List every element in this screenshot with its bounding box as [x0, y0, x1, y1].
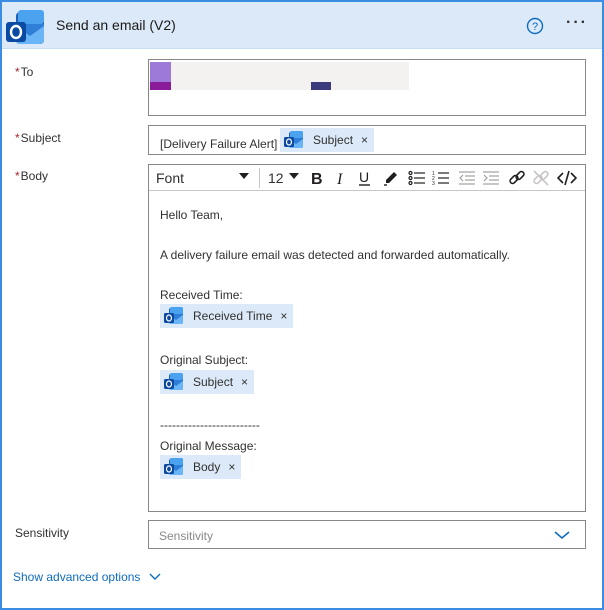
svg-text:I: I — [336, 171, 343, 186]
separator-line: ------------------------- — [160, 418, 260, 432]
link-icon[interactable] — [507, 168, 527, 188]
required-mark: * — [15, 169, 20, 183]
svg-text:?: ? — [532, 21, 538, 33]
remove-token-icon[interactable]: × — [228, 460, 235, 474]
outdent-icon[interactable] — [457, 168, 477, 188]
remove-token-icon[interactable]: × — [241, 375, 248, 389]
body-greeting: Hello Team, — [160, 208, 224, 222]
show-advanced-options-link[interactable]: Show advanced options — [13, 570, 162, 584]
chevron-down-icon — [149, 573, 161, 580]
unlink-icon[interactable] — [531, 168, 551, 188]
remove-token-icon[interactable]: × — [361, 133, 368, 147]
redacted-block — [150, 62, 171, 82]
sensitivity-dropdown[interactable]: Sensitivity — [148, 520, 586, 549]
body-editor[interactable]: Font 12 B I U 123 Hello Team, A delivery… — [148, 164, 586, 512]
code-view-icon[interactable] — [557, 168, 577, 188]
body-token[interactable]: Body × — [160, 455, 242, 479]
remove-token-icon[interactable]: × — [280, 309, 287, 323]
action-header[interactable]: Send an email (V2) ? ··· — [2, 2, 602, 49]
chevron-down-icon[interactable] — [289, 173, 299, 179]
subject-label: *Subject — [15, 131, 61, 145]
required-mark: * — [15, 65, 20, 79]
sensitivity-label: Sensitivity — [15, 526, 70, 540]
to-label-text: To — [20, 65, 34, 79]
rich-text-toolbar: Font 12 B I U 123 — [149, 165, 585, 191]
received-time-label: Received Time: — [160, 288, 243, 302]
underline-icon[interactable]: U — [355, 168, 375, 188]
advanced-options-label: Show advanced options — [13, 570, 141, 584]
indent-icon[interactable] — [481, 168, 501, 188]
body-label: *Body — [15, 169, 48, 183]
sensitivity-placeholder: Sensitivity — [159, 529, 214, 543]
font-size-select[interactable]: 12 — [268, 170, 284, 186]
svg-text:U: U — [359, 169, 369, 185]
subject-token[interactable]: Subject × — [160, 370, 255, 394]
question-circle-icon[interactable]: ? — [526, 17, 544, 35]
font-family-select[interactable]: Font — [156, 170, 184, 186]
redacted-block — [311, 82, 331, 90]
token-label: Body — [193, 460, 221, 474]
italic-icon[interactable]: I — [331, 168, 351, 188]
svg-text:B: B — [311, 171, 323, 186]
required-mark: * — [15, 131, 20, 145]
ellipsis-icon[interactable]: ··· — [566, 14, 588, 32]
redacted-block — [171, 62, 409, 90]
chevron-down-icon[interactable] — [239, 173, 249, 179]
body-label-text: Body — [20, 169, 49, 183]
subject-token[interactable]: Subject × — [280, 128, 375, 152]
outlook-icon — [161, 305, 187, 327]
svg-text:3: 3 — [432, 181, 435, 186]
original-subject-label: Original Subject: — [160, 353, 249, 367]
send-email-action-card: Send an email (V2) ? ··· *To *Subject [D… — [0, 0, 604, 610]
toolbar-divider — [259, 168, 260, 188]
to-label: *To — [15, 65, 33, 79]
received-time-token[interactable]: Received Time × — [160, 304, 294, 328]
subject-field[interactable]: [Delivery Failure Alert] Subject × — [148, 125, 586, 155]
token-label: Subject — [193, 375, 234, 389]
original-message-label: Original Message: — [160, 439, 257, 453]
token-label: Subject — [313, 133, 354, 147]
action-title: Send an email (V2) — [56, 17, 176, 33]
outlook-icon — [161, 456, 187, 478]
body-message: A delivery failure email was detected an… — [160, 248, 510, 262]
outlook-icon — [4, 6, 48, 50]
bold-icon[interactable]: B — [307, 168, 327, 188]
token-label: Received Time — [193, 309, 273, 323]
outlook-icon — [281, 129, 307, 151]
numbered-list-icon[interactable]: 123 — [431, 168, 451, 188]
subject-label-text: Subject — [20, 131, 61, 145]
bullet-list-icon[interactable] — [407, 168, 427, 188]
to-field[interactable] — [148, 59, 586, 116]
redacted-block — [150, 82, 171, 90]
subject-text: [Delivery Failure Alert] — [160, 137, 278, 151]
highlight-pen-icon[interactable] — [381, 168, 401, 188]
outlook-icon — [161, 371, 187, 393]
chevron-down-icon[interactable] — [553, 529, 571, 541]
